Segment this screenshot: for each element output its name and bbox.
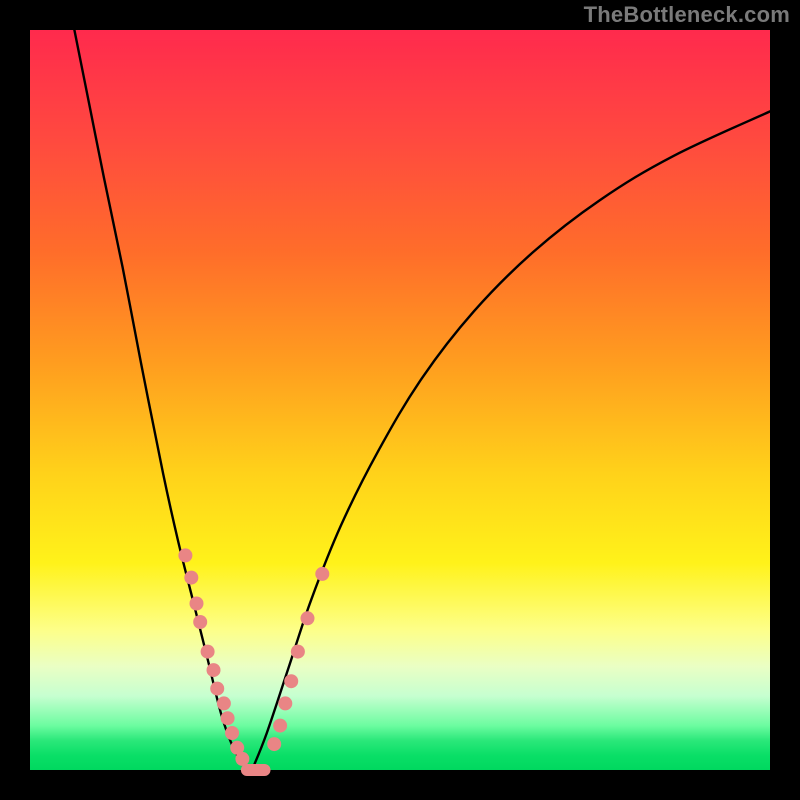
marker-left [201,645,215,659]
curve-group [74,30,770,770]
marker-group [178,548,329,776]
marker-left [190,597,204,611]
marker-left [184,571,198,585]
marker-right [273,719,287,733]
right-curve [252,111,770,770]
marker-right [278,696,292,710]
left-curve [74,30,252,770]
marker-left [210,682,224,696]
marker-left [207,663,221,677]
marker-right [291,645,305,659]
marker-right [315,567,329,581]
marker-left [225,726,239,740]
watermark-label: TheBottleneck.com [584,2,790,28]
valley-bar [241,764,271,776]
chart-svg [30,30,770,770]
marker-left [217,696,231,710]
marker-right [267,737,281,751]
marker-left [178,548,192,562]
marker-left [221,711,235,725]
marker-right [301,611,315,625]
marker-right [284,674,298,688]
marker-left [193,615,207,629]
marker-left [235,752,249,766]
chart-frame: TheBottleneck.com [0,0,800,800]
